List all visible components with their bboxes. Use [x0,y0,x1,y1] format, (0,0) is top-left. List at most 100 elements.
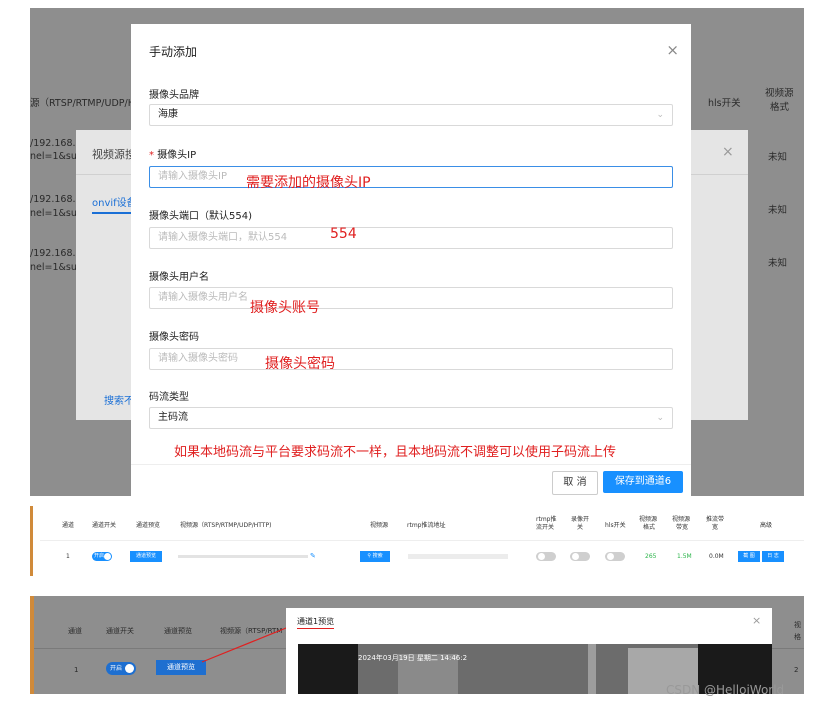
bg-row-format: 未知 [768,205,788,216]
channel-preview-screenshot: 通道 通道开关 通道预览 视频源（RTSP/RTM 视 格 1 开启 通道预览 … [30,596,804,694]
th-rtmp-addr: rtmp推流地址 [407,522,446,529]
cell-push-bandwidth: 0.0M [709,553,724,560]
dialog-title: 通道1预览 [297,616,335,629]
stream-select[interactable]: 主码流 ⌄ [149,407,673,429]
cell-format: 265 [645,553,657,560]
video-timestamp: 2024年03月19日 星期二 14:46:2 [358,654,468,662]
brand-value: 海康 [158,109,178,120]
bg-header-hls: hls开关 [708,98,741,109]
source-url-redacted [178,555,308,558]
annotation-username: 摄像头账号 [250,300,320,316]
stream-value: 主码流 [158,412,188,423]
cell-bandwidth: 1.5M [677,553,692,560]
th-push-bandwidth: 宽 [712,524,719,531]
stream-label: 码流类型 [149,392,189,403]
toggle-label: 开启 [94,553,105,559]
th-cut: 格 [794,633,801,641]
th-cut: 视 [794,621,801,629]
annotation-port: 554 [330,226,357,242]
th-push-bandwidth: 推流带 [706,516,725,523]
search-button-label: 搜索 [372,553,383,559]
th-record: 录像开 [571,516,590,523]
ip-input[interactable]: 请输入摄像头IP [149,166,673,188]
annotation-password: 摄像头密码 [265,356,335,372]
th-channel: 通道 [68,627,82,635]
bg-row-format: 未知 [768,152,788,163]
th-format: 格式 [643,524,656,531]
th-source: 视频源（RTSP/RTMP/UDP/HTTP) [180,522,272,529]
bg-row-format: 未知 [768,258,788,269]
divider [131,464,691,465]
close-icon[interactable]: × [666,41,679,59]
brand-label: 摄像头品牌 [149,90,199,101]
required-mark: * [149,150,154,161]
username-label: 摄像头用户名 [149,272,209,283]
th-preview: 通道预览 [164,627,192,635]
search-button[interactable]: ⚲ 搜索 [360,551,390,562]
brand-select[interactable]: 海康 ⌄ [149,104,673,126]
preview-dialog: 通道1预览 × 2024年03月19日 星期二 14:46:2 [286,608,772,694]
password-label: 摄像头密码 [149,332,199,343]
port-label: 摄像头端口（默认554) [149,211,252,222]
ip-label-text: 摄像头IP [157,150,197,161]
rtmp-switch-toggle[interactable] [536,552,556,561]
chevron-down-icon: ⌄ [656,110,664,120]
screenshot-button[interactable]: 截 图 [738,551,760,562]
th-switch: 通道开关 [92,522,117,529]
annotation-stream: 如果本地码流与平台要求码流不一样，且本地码流不调整可以使用子码流上传 [174,445,617,460]
bg-row-url: nel=1&sub [30,262,83,273]
channel-table-screenshot: 通道 通道开关 通道预览 视频源（RTSP/RTMP/UDP/HTTP) 视频源… [30,506,804,576]
tab-onvif[interactable]: onvif设备 [92,194,137,214]
toggle-knob [572,553,579,560]
camera-frame [588,644,596,694]
close-icon[interactable]: × [752,614,761,627]
th-bandwidth: 视频源 [672,516,691,523]
th-channel: 通道 [62,522,75,529]
save-to-channel-button[interactable]: 保存到通道6 [603,471,683,493]
toggle-knob [104,553,111,560]
th-rtmp-switch: 流开关 [536,524,555,531]
th-switch: 通道开关 [106,627,134,635]
bg-row-url: nel=1&sub [30,208,83,219]
cancel-button[interactable]: 取 消 [552,471,598,495]
close-icon[interactable]: × [722,144,734,160]
th-format: 视频源 [639,516,658,523]
channel-preview-button[interactable]: 通道预览 [156,660,206,675]
annotation-ip: 需要添加的摄像头IP [246,175,371,191]
record-switch-toggle[interactable] [570,552,590,561]
edit-icon[interactable]: ✎ [310,552,316,560]
panel-border [30,596,34,694]
channel-switch-toggle[interactable]: 开启 [106,662,136,675]
toggle-knob [607,553,614,560]
th-record: 关 [577,524,584,531]
th-rtmp-switch: rtmp推 [536,516,557,523]
ip-label: * 摄像头IP [149,146,196,161]
hls-switch-toggle[interactable] [605,552,625,561]
dialog-title: 手动添加 [149,45,198,59]
manual-add-screenshot: 源（RTSP/RTMP/UDP/H hls开关 视频源 格式 /192.168.… [30,8,804,496]
chevron-down-icon: ⌄ [656,413,664,423]
channel-preview-button[interactable]: 通道预览 [130,551,162,562]
manual-add-dialog: 手动添加 × 摄像头品牌 海康 ⌄ * 摄像头IP 请输入摄像头IP 需要添加的… [131,24,691,496]
th-video-src: 视频源 [370,522,389,529]
cell-channel: 1 [74,666,79,674]
username-input[interactable]: 请输入摄像头用户名 [149,287,673,309]
log-button[interactable]: 日 志 [762,551,784,562]
bg-header-format: 视频源 [765,88,794,99]
toggle-knob [125,664,134,673]
th-hls: hls开关 [605,522,626,529]
cell-cut: 2 [794,666,799,674]
cell-channel: 1 [66,553,70,560]
password-input[interactable]: 请输入摄像头密码 [149,348,673,370]
th-preview: 通道预览 [136,522,161,529]
bg-row-url: nel=1&sub [30,151,83,162]
channel-switch-toggle[interactable]: 开启 [92,552,112,561]
search-link[interactable]: 搜索不 [104,392,134,407]
toggle-label: 开启 [110,665,123,672]
rtmp-address-redacted [408,554,508,559]
port-input[interactable]: 请输入摄像头端口，默认554 [149,227,673,249]
bg-header-source: 源（RTSP/RTMP/UDP/H [30,98,135,109]
th-ops: 高级 [760,522,773,529]
bg-header-format: 格式 [770,102,790,113]
watermark: CSDN @HelloiWorld [666,683,785,697]
